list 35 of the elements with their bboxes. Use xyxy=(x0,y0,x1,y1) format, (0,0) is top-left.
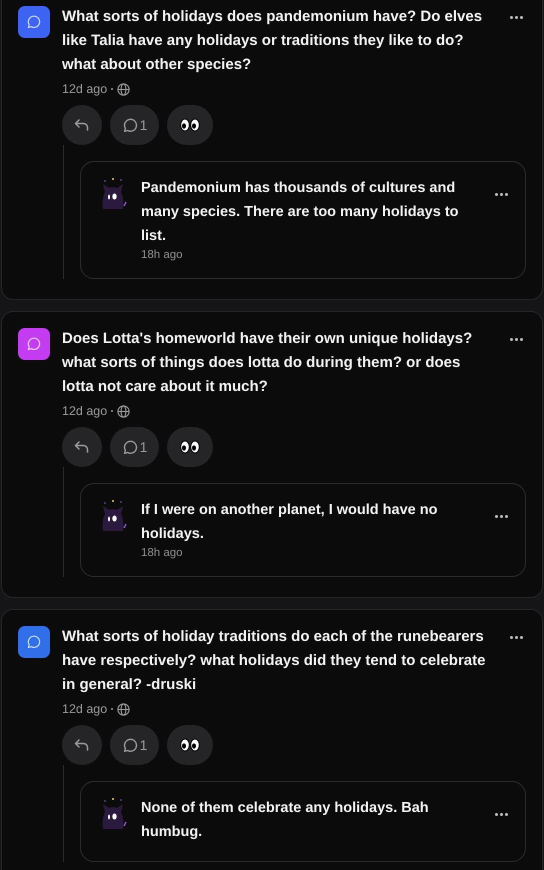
eyes-icon xyxy=(180,738,200,752)
comment-icon xyxy=(122,736,139,754)
reaction-button[interactable] xyxy=(167,105,213,145)
separator-dot xyxy=(111,410,114,412)
reply-button[interactable] xyxy=(62,725,102,765)
question-text: What sorts of holidays does pandemonium have? Do elves like Talia have any holidays or traditions they like to do? what about other species? xyxy=(62,7,484,75)
comment-icon xyxy=(122,116,139,134)
answer-text: Pandemonium has thousands of cultures and many species. There are too many holidays to list. xyxy=(141,179,460,246)
question-text: What sorts of holiday traditions do each of the runebearers have respectively? what holidays did they tend to celebrate in general? -druski xyxy=(62,627,486,695)
comment-icon xyxy=(122,438,139,456)
globe-icon xyxy=(117,82,130,96)
answer-time: 18h ago xyxy=(141,547,184,559)
reaction-button[interactable] xyxy=(167,427,213,467)
post-time: 12d ago xyxy=(62,702,108,716)
separator-dot xyxy=(111,708,114,710)
answer-text: If I were on another planet, I would have no holidays. xyxy=(141,501,438,544)
globe-icon xyxy=(117,702,130,716)
comments-button[interactable]: 1 xyxy=(110,105,159,145)
answer-time: 18h ago xyxy=(141,249,184,261)
reaction-button[interactable] xyxy=(167,725,213,765)
globe-icon xyxy=(117,404,130,418)
reply-arrow-icon xyxy=(74,738,90,752)
reply-button[interactable] xyxy=(62,105,102,145)
reply-arrow-icon xyxy=(74,440,90,454)
eyes-icon xyxy=(180,118,200,132)
comments-button[interactable]: 1 xyxy=(110,427,159,467)
eyes-icon xyxy=(180,440,200,454)
question-text: Does Lotta's homeworld have their own unique holidays? what sorts of things does lotta do during them? or does lotta not care about it much? xyxy=(62,329,474,397)
post-time: 12d ago xyxy=(62,404,108,418)
post-time: 12d ago xyxy=(62,82,108,96)
reply-arrow-icon xyxy=(74,118,90,132)
comments-button[interactable]: 1 xyxy=(110,725,159,765)
separator-dot xyxy=(111,88,114,90)
answer-text: None of them celebrate any holidays. Bah humbug. xyxy=(141,799,430,842)
reply-button[interactable] xyxy=(62,427,102,467)
